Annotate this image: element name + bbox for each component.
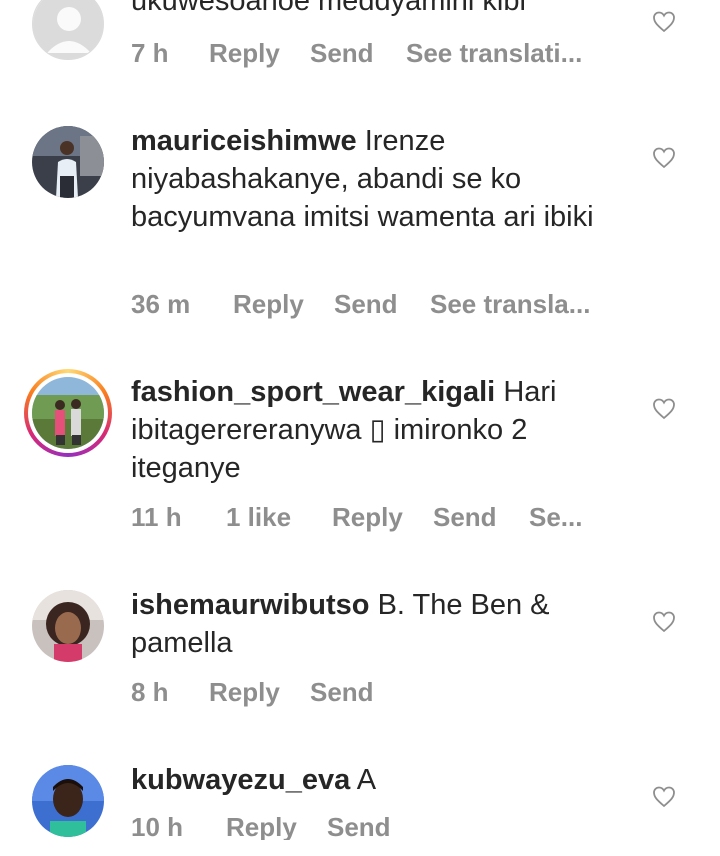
comment-body: ukuwesoanoe meddyamini kibi — [131, 0, 526, 17]
send-button[interactable]: Send — [334, 289, 398, 320]
comment-time: 36 m — [131, 289, 191, 319]
heart-outline-icon[interactable] — [652, 10, 676, 34]
avatar[interactable] — [32, 377, 104, 449]
comment-time: 11 h — [131, 502, 182, 532]
see-translation-button[interactable]: Se... — [529, 502, 582, 533]
reply-button[interactable]: Reply — [209, 677, 280, 708]
heart-outline-icon[interactable] — [652, 146, 676, 170]
comment-text: ishemaurwibutso B. The Ben & pamella — [131, 586, 601, 662]
heart-outline-icon[interactable] — [652, 785, 676, 809]
comment-time: 8 h — [131, 677, 169, 707]
see-translation-button[interactable]: See translati... — [406, 38, 582, 69]
story-ring[interactable] — [24, 369, 112, 457]
default-avatar-icon[interactable] — [32, 0, 104, 60]
comment-text: fashion_sport_wear_kigali Hari ibitagere… — [131, 373, 601, 487]
comment-username[interactable]: ishemaurwibutso — [131, 589, 370, 621]
comment-time: 10 h — [131, 812, 184, 842]
comment-text: kubwayezu_eva A — [131, 761, 601, 799]
comment-text: ukuwesoanoe meddyamini kibi — [131, 0, 601, 20]
avatar[interactable] — [32, 765, 104, 837]
comment-username[interactable]: mauriceishimwe — [131, 125, 357, 157]
send-button[interactable]: Send — [310, 38, 374, 69]
avatar[interactable] — [32, 126, 104, 198]
comment-username[interactable]: kubwayezu_eva — [131, 764, 350, 796]
comment-text: mauriceishimwe Irenze niyabashakanye, ab… — [131, 122, 601, 236]
reply-button[interactable]: Reply — [233, 289, 304, 320]
comment-time: 7 h — [131, 38, 169, 68]
send-button[interactable]: Send — [327, 812, 391, 843]
reply-button[interactable]: Reply — [226, 812, 297, 843]
see-translation-button[interactable]: See transla... — [430, 289, 590, 320]
send-button[interactable]: Send — [310, 677, 374, 708]
reply-button[interactable]: Reply — [332, 502, 403, 533]
like-count[interactable]: 1 like — [226, 502, 291, 533]
reply-button[interactable]: Reply — [209, 38, 280, 69]
comment-username[interactable]: fashion_sport_wear_kigali — [131, 376, 495, 408]
heart-outline-icon[interactable] — [652, 397, 676, 421]
bottom-edge — [0, 840, 720, 856]
send-button[interactable]: Send — [433, 502, 497, 533]
heart-outline-icon[interactable] — [652, 610, 676, 634]
avatar[interactable] — [32, 590, 104, 662]
comment-body: A — [356, 764, 377, 796]
